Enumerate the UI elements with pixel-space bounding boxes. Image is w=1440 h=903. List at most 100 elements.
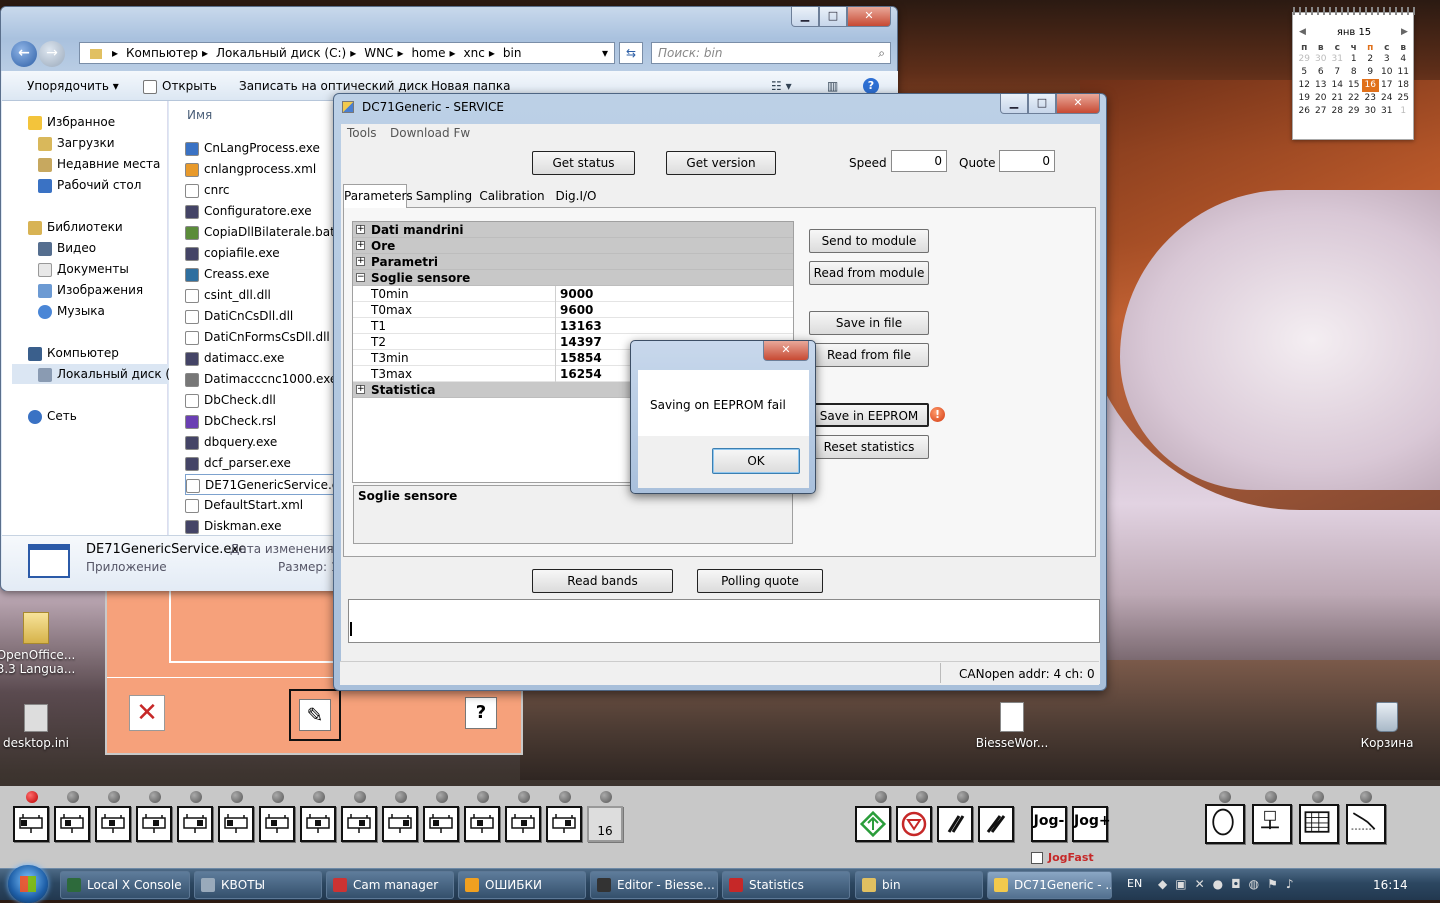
tool-button-9[interactable] <box>341 806 377 842</box>
group-ore[interactable]: + Ore <box>353 238 793 254</box>
close-button[interactable]: ✕ <box>1056 94 1100 114</box>
nav-downloads[interactable]: Загрузки <box>38 133 115 153</box>
maximize-button[interactable]: □ <box>1028 94 1056 114</box>
column-header-name[interactable]: Имя <box>187 108 212 122</box>
nav-images[interactable]: Изображения <box>38 280 143 300</box>
back-button[interactable]: ← <box>11 41 37 67</box>
tab-calibration[interactable]: Calibration <box>479 185 545 207</box>
parameter-row[interactable]: T1 13163 <box>353 318 793 334</box>
calendar-day[interactable]: 29 <box>1346 105 1363 118</box>
file-item[interactable]: copiafile.exe <box>185 243 280 264</box>
group-dati-mandrini[interactable]: + Dati mandrini <box>353 222 793 238</box>
nav-favorites[interactable]: Избранное <box>28 112 115 132</box>
parameter-row[interactable]: T0max 9600 <box>353 302 793 318</box>
tool-button-7[interactable] <box>259 806 295 842</box>
jog-plus-button[interactable]: Jog+ <box>1072 806 1111 842</box>
breadcrumb-separator[interactable]: ▸ <box>202 46 208 60</box>
nav-video[interactable]: Видео <box>38 238 96 258</box>
tab-parameters[interactable]: Parameters <box>343 184 413 208</box>
group-parametri[interactable]: + Parametri <box>353 254 793 270</box>
taskbar-item[interactable]: Cam manager <box>326 871 454 899</box>
file-item[interactable]: datimacc.exe <box>185 348 284 369</box>
breadcrumb-separator[interactable]: ▸ <box>350 46 356 60</box>
read-bands-button[interactable]: Read bands <box>532 569 673 593</box>
taskbar-item[interactable]: КВОТЫ <box>194 871 322 899</box>
machine-view-button[interactable] <box>1252 804 1292 844</box>
search-input[interactable]: Поиск: bin ⌕ <box>651 42 891 64</box>
help-icon[interactable]: ? <box>863 78 879 94</box>
nav-music[interactable]: Музыка <box>38 301 105 321</box>
file-item[interactable]: csint_dll.dll <box>185 285 271 306</box>
reset-statistics-button[interactable]: Reset statistics <box>809 435 929 459</box>
start-button[interactable] <box>855 806 891 842</box>
address-dropdown-icon[interactable]: ▾ <box>602 43 608 63</box>
nav-recent[interactable]: Недавние места <box>38 154 160 174</box>
tool-button-10[interactable] <box>382 806 418 842</box>
jog-minus-button[interactable]: Jog- <box>1031 806 1067 842</box>
nav-libraries[interactable]: Библиотеки <box>28 217 123 237</box>
tray-volume-icon[interactable]: ♪ <box>1286 877 1302 891</box>
next-month-icon[interactable]: ▶ <box>1401 27 1408 37</box>
taskbar-item[interactable]: ОШИБКИ <box>458 871 586 899</box>
calendar-day[interactable]: 6 <box>1313 66 1330 79</box>
tool-button-14[interactable] <box>546 806 582 842</box>
breadcrumb-separator[interactable]: ▸ <box>397 46 403 60</box>
calendar-day[interactable]: 4 <box>1395 53 1412 66</box>
reset-button[interactable] <box>978 806 1014 842</box>
stop-button[interactable] <box>896 806 932 842</box>
jogfast-checkbox[interactable] <box>1031 852 1043 864</box>
minimize-button[interactable]: ▁ <box>791 7 819 27</box>
calendar-day[interactable]: 25 <box>1395 92 1412 105</box>
calendar-day[interactable]: 1 <box>1395 105 1412 118</box>
log-textbox[interactable] <box>348 599 1100 643</box>
calendar-day[interactable]: 31 <box>1329 53 1346 66</box>
desktop-icon-desktop-ini[interactable]: desktop.ini <box>0 704 76 750</box>
calendar-day[interactable]: 15 <box>1346 79 1363 92</box>
get-version-button[interactable]: Get version <box>666 151 776 175</box>
calendar-day[interactable]: 20 <box>1313 92 1330 105</box>
language-indicator[interactable]: EN <box>1127 877 1142 890</box>
read-from-file-button[interactable]: Read from file <box>809 343 929 367</box>
minimize-button[interactable]: ▁ <box>1000 94 1028 114</box>
get-status-button[interactable]: Get status <box>532 151 635 175</box>
edit-button[interactable]: ✎ <box>289 689 341 741</box>
calendar-day[interactable]: 18 <box>1395 79 1412 92</box>
calendar-day[interactable]: 16 <box>1362 79 1379 92</box>
send-to-module-button[interactable]: Send to module <box>809 229 929 253</box>
tray-media-icon[interactable]: ● <box>1213 877 1231 891</box>
calendar-day[interactable]: 31 <box>1379 105 1396 118</box>
calendar-day[interactable]: 21 <box>1329 92 1346 105</box>
file-item[interactable]: DbCheck.dll <box>185 390 276 411</box>
cancel-button[interactable]: ✕ <box>129 695 165 731</box>
menu-tools[interactable]: Tools <box>347 126 377 140</box>
tray-antivirus-icon[interactable]: ◍ <box>1249 877 1267 891</box>
calendar-day[interactable]: 2 <box>1362 53 1379 66</box>
file-item[interactable]: DatiCnCsDll.dll <box>185 306 293 327</box>
parameter-value[interactable]: 9000 <box>555 286 793 302</box>
desktop-icon-biesse[interactable]: BiesseWor... <box>972 702 1052 750</box>
breadcrumb-item[interactable]: Компьютер <box>126 46 198 60</box>
organize-button[interactable]: Упорядочить ▾ <box>27 79 119 93</box>
taskbar-item[interactable]: Local X Console <box>60 871 190 899</box>
close-button[interactable]: ✕ <box>847 7 891 27</box>
calendar-day[interactable]: 26 <box>1296 105 1313 118</box>
expand-icon[interactable]: + <box>356 385 365 394</box>
tool-button-11[interactable] <box>423 806 459 842</box>
tab-sampling[interactable]: Sampling <box>412 185 476 207</box>
file-item[interactable]: CnLangProcess.exe <box>185 138 320 159</box>
file-item[interactable]: DatiCnFormsCsDll.dll <box>185 327 330 348</box>
burn-button[interactable]: Записать на оптический диск <box>239 79 428 93</box>
menu-download-fw[interactable]: Download Fw <box>390 126 470 140</box>
taskbar-item[interactable]: Statistics <box>722 871 850 899</box>
calendar-day[interactable]: 29 <box>1296 53 1313 66</box>
save-in-file-button[interactable]: Save in file <box>809 311 929 335</box>
help-button[interactable]: ? <box>465 697 497 729</box>
calendar-day[interactable]: 23 <box>1362 92 1379 105</box>
tool-button-2[interactable] <box>54 806 90 842</box>
ok-button[interactable]: OK <box>712 448 800 474</box>
close-button[interactable]: ✕ <box>763 341 809 361</box>
expand-icon[interactable]: + <box>356 257 365 266</box>
calendar-day[interactable]: 17 <box>1379 79 1396 92</box>
desktop-icon-recycle-bin[interactable]: Корзина <box>1347 702 1427 750</box>
tray-network-icon[interactable]: ▣ <box>1175 877 1194 891</box>
